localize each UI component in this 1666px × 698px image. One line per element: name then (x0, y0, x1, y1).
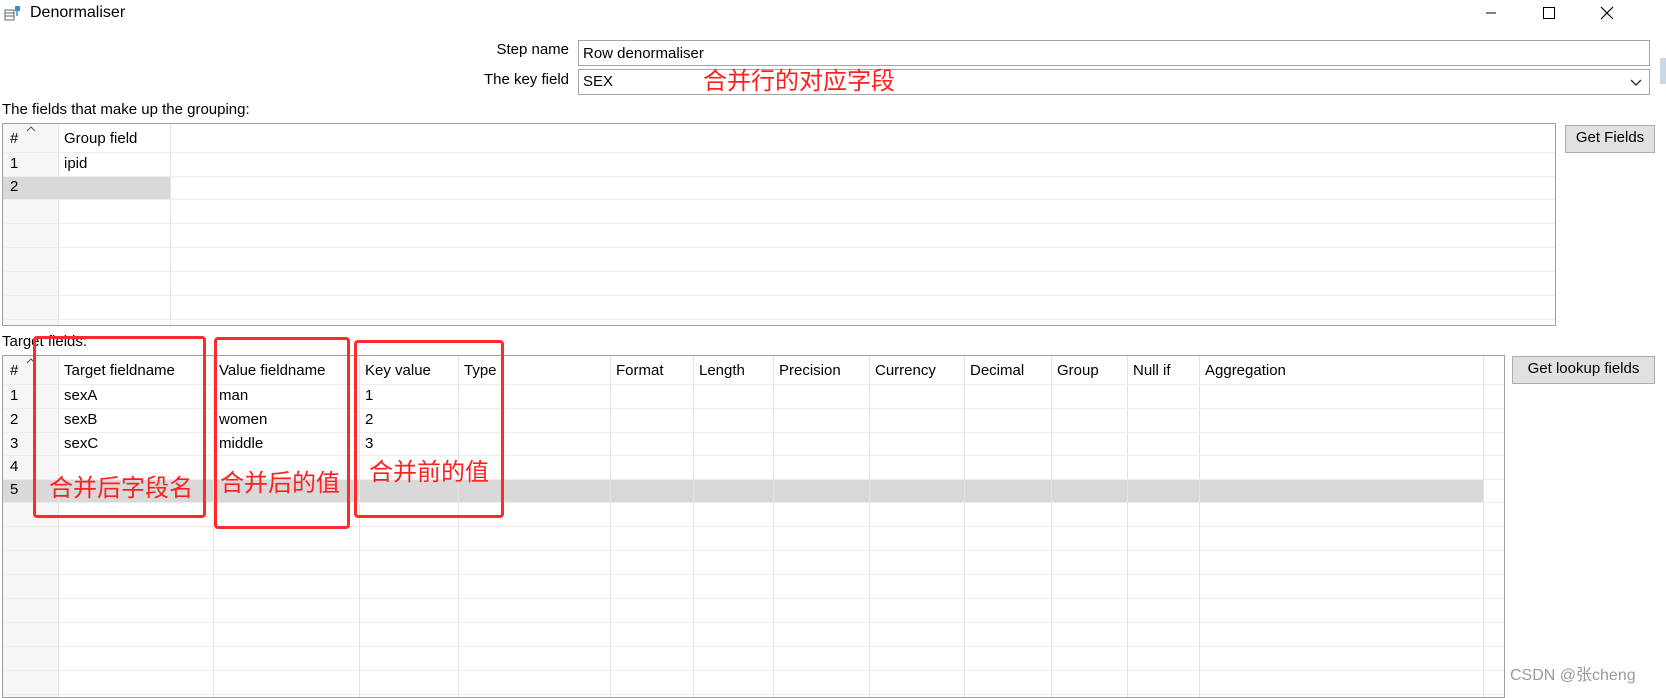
minimize-icon (1486, 12, 1496, 14)
key-field-annotation: 合并行的对应字段 (703, 67, 895, 95)
value-fieldname-annotation-box (214, 337, 350, 529)
maximize-button[interactable] (1520, 0, 1578, 26)
key-value-annotation: 合并前的值 (369, 458, 489, 486)
chevron-down-icon (1630, 79, 1642, 86)
denormaliser-step-icon (4, 4, 24, 22)
get-fields-button[interactable]: Get Fields (1565, 125, 1655, 153)
target-header-null-if[interactable]: Null if (1133, 361, 1171, 381)
csdn-watermark: CSDN @张cheng (1510, 667, 1636, 684)
target-header-length[interactable]: Length (699, 361, 745, 381)
grouping-row-num: 1 (10, 155, 19, 172)
target-row-num: 5 (10, 481, 19, 498)
target-header-currency[interactable]: Currency (875, 361, 936, 381)
sort-ascending-icon (26, 126, 36, 132)
target-row-num: 1 (10, 387, 19, 404)
step-name-input[interactable] (578, 40, 1650, 66)
adjacent-window-edge (1660, 58, 1666, 84)
target-header-group[interactable]: Group (1057, 361, 1099, 381)
maximize-icon (1543, 7, 1555, 19)
selected-row-highlight (3, 176, 170, 199)
target-header-num[interactable]: # (10, 361, 18, 381)
target-row-num: 4 (10, 458, 19, 475)
target-header-format[interactable]: Format (616, 361, 664, 381)
target-row-num: 2 (10, 411, 19, 428)
target-fieldname-annotation: 合并后字段名 (49, 474, 193, 502)
key-field-label: The key field (483, 71, 569, 88)
close-button[interactable] (1578, 0, 1636, 26)
grouping-table[interactable]: # Group field 1 ipid 2 (2, 123, 1556, 326)
grouping-row-num: 2 (10, 178, 19, 195)
target-row-num: 3 (10, 435, 19, 452)
target-header-aggregation[interactable]: Aggregation (1205, 361, 1286, 381)
grouping-row-field[interactable]: ipid (64, 154, 87, 174)
minimize-button[interactable] (1462, 0, 1520, 26)
step-name-label: Step name (496, 41, 569, 58)
close-icon (1600, 6, 1614, 20)
target-header-precision[interactable]: Precision (779, 361, 841, 381)
grouping-label: The fields that make up the grouping: (2, 101, 250, 118)
value-fieldname-annotation: 合并后的值 (220, 469, 340, 497)
key-field-value: SEX (583, 73, 614, 90)
grouping-header-num[interactable]: # (10, 129, 18, 149)
target-header-decimal[interactable]: Decimal (970, 361, 1024, 381)
grouping-header-group-field[interactable]: Group field (64, 129, 137, 149)
get-lookup-fields-button[interactable]: Get lookup fields (1512, 356, 1655, 384)
key-value-annotation-box (354, 340, 504, 518)
window-title: Denormaliser (30, 4, 126, 21)
